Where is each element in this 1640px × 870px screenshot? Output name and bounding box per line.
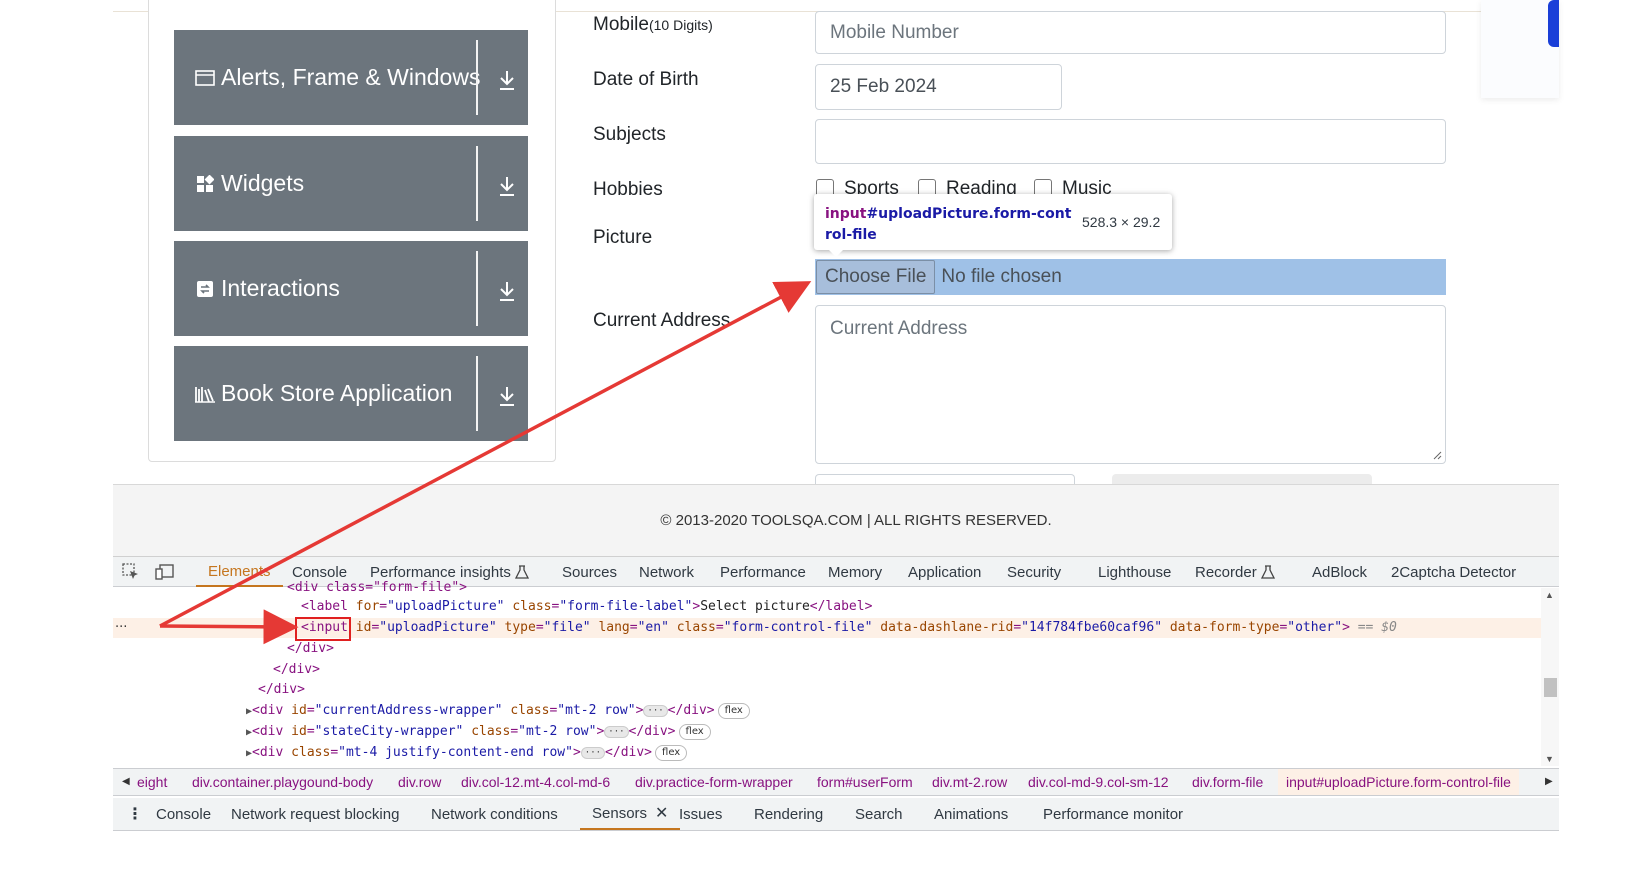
scrollbar-thumb[interactable]: [1544, 678, 1557, 697]
breadcrumb: ◀ eight div.container.playgound-body div…: [113, 768, 1559, 796]
widgets-icon: [194, 174, 216, 194]
subjects-input[interactable]: [815, 119, 1446, 164]
window-icon: [194, 68, 216, 88]
books-icon: [194, 384, 216, 404]
dom-line-close-div[interactable]: </div>: [258, 680, 1640, 700]
breadcrumb-item[interactable]: div.form-file: [1192, 769, 1263, 795]
breadcrumb-item[interactable]: div.row: [398, 769, 441, 795]
address-placeholder: Current Address: [830, 318, 968, 339]
interactions-icon: [194, 279, 216, 299]
drawer-content: [113, 831, 1559, 870]
mobile-label: Mobile(10 Digits): [593, 14, 713, 35]
footer-text: © 2013-2020 TOOLSQA.COM | ALL RIGHTS RES…: [660, 512, 1052, 529]
flex-badge[interactable]: flex: [655, 744, 688, 761]
tooltip-dimensions: 528.3 × 29.2: [1082, 214, 1161, 230]
download-icon[interactable]: [496, 279, 518, 303]
drawer-tab-network-conditions[interactable]: Network conditions: [431, 798, 558, 830]
choose-file-button[interactable]: Choose File: [816, 260, 936, 294]
file-status: No file chosen: [941, 266, 1062, 287]
dom-line-state-city[interactable]: ▶<div id="stateCity-wrapper" class="mt-2…: [246, 722, 1640, 742]
drawer-menu-icon[interactable]: ⋮: [127, 798, 143, 830]
flask-icon: [514, 565, 529, 579]
mobile-hint: (10 Digits): [648, 17, 713, 33]
dom-line-submit-row[interactable]: ▶<div class="mt-4 justify-content-end ro…: [246, 743, 1640, 763]
tooltip-arrow: [828, 249, 844, 257]
dom-line-cut[interactable]: <div class="form-file">: [287, 578, 1640, 598]
address-label: Current Address: [593, 310, 731, 331]
drawer-tab-console[interactable]: Console: [156, 798, 211, 830]
inspect-tooltip: input#uploadPicture.form-control-file 52…: [814, 194, 1172, 250]
breadcrumb-item[interactable]: div.container.playgound-body: [192, 769, 373, 795]
dob-value: 25 Feb 2024: [830, 76, 937, 97]
dom-line-current-address[interactable]: ▶<div id="currentAddress-wrapper" class=…: [246, 701, 1640, 721]
dom-tree[interactable]: <div class="form-file"> <label for="uplo…: [113, 580, 1541, 766]
drawer-tab-performance-monitor[interactable]: Performance monitor: [1043, 798, 1183, 830]
drawer-tab-sensors[interactable]: Sensors ✕: [580, 798, 681, 830]
mobile-placeholder: Mobile Number: [830, 21, 959, 43]
breadcrumb-item[interactable]: form#userForm: [817, 769, 913, 795]
drawer-tab-search[interactable]: Search: [855, 798, 903, 830]
download-icon[interactable]: [496, 174, 518, 198]
picture-label: Picture: [593, 227, 653, 248]
devtools-panel: Elements Console Performance insights So…: [113, 556, 1559, 870]
dom-scrollbar[interactable]: ▲ ▼: [1541, 588, 1559, 766]
drawer-tab-rendering[interactable]: Rendering: [754, 798, 823, 830]
ad-button[interactable]: [1548, 0, 1559, 47]
breadcrumb-scroll-right-icon[interactable]: ▶: [1545, 769, 1553, 795]
more-options-icon[interactable]: ···: [115, 618, 127, 638]
inspect-element-icon[interactable]: [122, 557, 140, 587]
sidebar-item-interactions[interactable]: Interactions: [174, 241, 528, 336]
breadcrumb-scroll-left-icon[interactable]: ◀: [122, 769, 130, 795]
page-footer: © 2013-2020 TOOLSQA.COM | ALL RIGHTS RES…: [113, 484, 1559, 556]
console-ref: == $0: [1357, 620, 1397, 635]
download-icon[interactable]: [496, 68, 518, 92]
dom-line-close-div[interactable]: </div>: [273, 660, 1640, 680]
flex-badge[interactable]: flex: [678, 723, 711, 740]
divider: [476, 40, 478, 115]
devtools-drawer-tabbar: ⋮ Console Network request blocking Netwo…: [113, 798, 1559, 831]
drawer-tab-issues[interactable]: Issues: [679, 798, 722, 830]
divider: [476, 146, 478, 221]
tab-elements[interactable]: Elements: [196, 557, 283, 587]
breadcrumb-item[interactable]: div.col-12.mt-4.col-md-6: [461, 769, 610, 795]
sidebar-item-label: Widgets: [221, 170, 305, 196]
subjects-label: Subjects: [593, 124, 666, 145]
dob-input[interactable]: 25 Feb 2024: [815, 64, 1062, 110]
breadcrumb-item[interactable]: div.col-md-9.col-sm-12: [1028, 769, 1169, 795]
device-toolbar-icon[interactable]: [155, 557, 175, 587]
sidebar-item-label: Interactions: [221, 275, 340, 301]
dom-line-close-div[interactable]: </div>: [287, 639, 1640, 659]
drawer-tab-network-request-blocking[interactable]: Network request blocking: [231, 798, 399, 830]
sidebar-item-label: Book Store Application: [221, 380, 453, 406]
tooltip-selector: input#uploadPicture.form-control-file: [825, 206, 1072, 243]
divider: [476, 251, 478, 326]
close-icon[interactable]: ✕: [655, 803, 668, 823]
mobile-input[interactable]: Mobile Number: [815, 11, 1446, 54]
input-tag-highlight-box: [295, 617, 351, 641]
dob-label: Date of Birth: [593, 69, 699, 90]
resize-grip-icon[interactable]: [1432, 450, 1442, 460]
current-address-textarea[interactable]: Current Address: [815, 305, 1446, 464]
sidebar-item-widgets[interactable]: Widgets: [174, 136, 528, 231]
upload-picture-input[interactable]: Choose File No file chosen: [815, 259, 1446, 295]
flex-badge[interactable]: flex: [717, 702, 750, 719]
scroll-down-icon[interactable]: ▼: [1545, 754, 1554, 764]
flask-icon: [1260, 565, 1275, 579]
sidebar-item-alerts[interactable]: Alerts, Frame & Windows: [174, 30, 528, 125]
divider: [476, 356, 478, 431]
breadcrumb-item[interactable]: div.practice-form-wrapper: [635, 769, 793, 795]
drawer-tab-animations[interactable]: Animations: [934, 798, 1008, 830]
hobbies-label: Hobbies: [593, 179, 663, 200]
breadcrumb-item[interactable]: div.mt-2.row: [932, 769, 1007, 795]
scroll-up-icon[interactable]: ▲: [1545, 590, 1554, 600]
breadcrumb-item[interactable]: eight: [137, 769, 167, 795]
download-icon[interactable]: [496, 384, 518, 408]
sidebar-item-book-store[interactable]: Book Store Application: [174, 346, 528, 441]
sidebar-item-label: Alerts, Frame & Windows: [221, 64, 481, 90]
dom-line-label[interactable]: <label for="uploadPicture" class="form-f…: [301, 597, 1640, 617]
breadcrumb-item-active[interactable]: input#uploadPicture.form-control-file: [1278, 769, 1519, 795]
